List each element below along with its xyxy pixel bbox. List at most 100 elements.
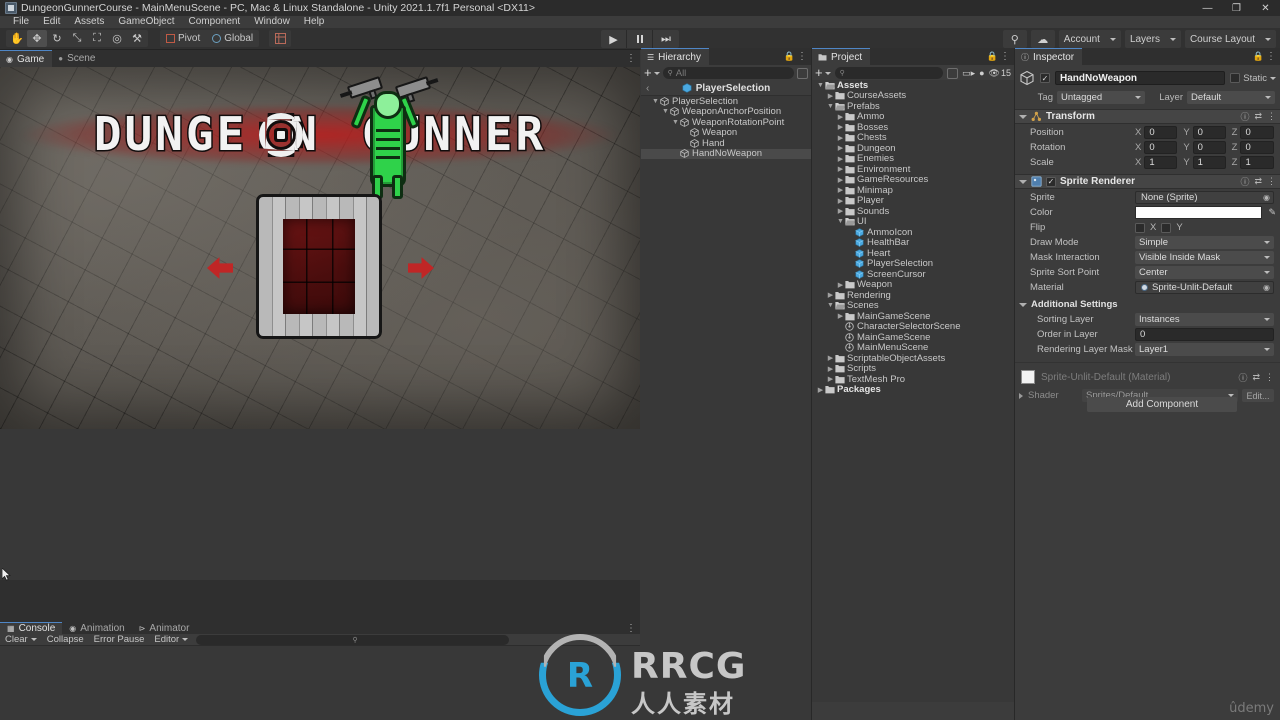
hidden-count-badge[interactable]: 👁 15 — [989, 68, 1011, 79]
project-item[interactable]: ▶ Rendering — [812, 290, 1014, 301]
collapse-triangle-icon[interactable]: ▶ — [836, 155, 845, 163]
preset-icon[interactable]: ⇄ — [1254, 176, 1262, 187]
hierarchy-item[interactable]: ▼ PlayerSelection — [641, 96, 811, 107]
hierarchy-item[interactable]: ▼ WeaponAnchorPosition — [641, 106, 811, 117]
step-button[interactable]: ⏭ — [653, 30, 679, 48]
help-icon[interactable]: ⓘ — [1238, 371, 1247, 384]
scale-z-value[interactable]: 1 — [1240, 156, 1274, 169]
position-x-field[interactable]: X 0 — [1135, 126, 1178, 139]
scale-x-field[interactable]: X 1 — [1135, 156, 1178, 169]
mask-interaction-dropdown[interactable]: Visible Inside Mask — [1135, 251, 1274, 264]
search-icon[interactable]: ⚲ — [1002, 30, 1027, 48]
project-item[interactable]: ▶ Packages — [812, 384, 1014, 395]
project-menu-icon[interactable]: ⋮ — [1000, 51, 1010, 62]
rotation-y-field[interactable]: Y 0 — [1183, 141, 1226, 154]
collapse-triangle-icon[interactable]: ▶ — [836, 281, 845, 289]
tab-scene[interactable]: ● Scene — [52, 50, 103, 67]
editor-dropdown[interactable]: Editor — [149, 634, 193, 646]
project-item[interactable]: ▶ Bosses — [812, 122, 1014, 133]
rotation-x-field[interactable]: X 0 — [1135, 141, 1178, 154]
package-filter-icon[interactable]: ▭▸ — [962, 68, 975, 79]
collapse-triangle-icon[interactable]: ▶ — [836, 312, 845, 320]
sprite-object-field[interactable]: None (Sprite) ◉ — [1135, 191, 1274, 204]
project-item[interactable]: ▶ Minimap — [812, 185, 1014, 196]
rendering-layer-mask-dropdown[interactable]: Layer1 — [1135, 343, 1274, 356]
scale-y-value[interactable]: 1 — [1192, 156, 1226, 169]
collapse-button[interactable]: Collapse — [42, 634, 89, 646]
project-item[interactable]: ▶ Ammo — [812, 111, 1014, 122]
additional-settings-header[interactable]: Additional Settings — [1015, 298, 1280, 311]
layer-dropdown[interactable]: Default — [1187, 90, 1275, 104]
pause-button[interactable] — [627, 30, 653, 48]
position-y-field[interactable]: Y 0 — [1183, 126, 1226, 139]
position-z-field[interactable]: Z 0 — [1232, 126, 1274, 139]
project-item[interactable]: ▶ Chests — [812, 132, 1014, 143]
menu-item-component[interactable]: Component — [182, 16, 248, 28]
preset-icon[interactable]: ⇄ — [1254, 111, 1262, 122]
project-item[interactable]: Heart — [812, 248, 1014, 259]
order-in-layer-value[interactable]: 0 — [1135, 328, 1274, 341]
hierarchy-item[interactable]: HandNoWeapon — [641, 148, 811, 159]
project-item[interactable]: ▼ Prefabs — [812, 101, 1014, 112]
hierarchy-item[interactable]: ▼ WeaponRotationPoint — [641, 117, 811, 128]
static-checkbox[interactable] — [1230, 73, 1241, 83]
expand-triangle-icon[interactable]: ▼ — [661, 108, 670, 115]
project-item[interactable]: ▶ MainGameScene — [812, 311, 1014, 322]
project-tree[interactable]: ▼ Assets ▶ CourseAssets ▼ Prefabs ▶ Ammo ▶ Bosses… — [812, 80, 1014, 702]
project-item[interactable]: ▶ TextMesh Pro — [812, 374, 1014, 385]
collapse-triangle-icon[interactable]: ▶ — [836, 186, 845, 194]
game-view-menu-icon[interactable]: ⋮ — [626, 53, 636, 64]
project-item[interactable]: ▼ UI — [812, 216, 1014, 227]
project-item[interactable]: ▶ Enemies — [812, 153, 1014, 164]
tab-animation[interactable]: ◉ Animation — [62, 622, 131, 634]
hierarchy-search-input[interactable]: ⚲ All — [662, 67, 794, 79]
project-item[interactable]: ▶ Sounds — [812, 206, 1014, 217]
project-item[interactable]: CharacterSelectorScene — [812, 321, 1014, 332]
lock-icon[interactable]: 🔒 — [784, 51, 795, 62]
project-item[interactable]: ▶ Scripts — [812, 363, 1014, 374]
collapse-triangle-icon[interactable]: ▶ — [826, 365, 835, 373]
collapse-triangle-icon[interactable]: ▶ — [826, 375, 835, 383]
menu-item-window[interactable]: Window — [247, 16, 297, 28]
sorting-layer-dropdown[interactable]: Instances — [1135, 313, 1274, 326]
layout-dropdown[interactable]: Course Layout — [1184, 30, 1276, 48]
rotation-z-field[interactable]: Z 0 — [1232, 141, 1274, 154]
project-item[interactable]: ▶ GameResources — [812, 174, 1014, 185]
collapse-triangle-icon[interactable]: ▶ — [836, 134, 845, 142]
project-view-options-icon[interactable] — [947, 67, 959, 79]
collapse-triangle-icon[interactable]: ▶ — [836, 197, 845, 205]
inspector-menu-icon[interactable]: ⋮ — [1266, 51, 1276, 62]
position-z-value[interactable]: 0 — [1240, 126, 1274, 139]
project-item[interactable]: ▶ ScriptableObjectAssets — [812, 353, 1014, 364]
project-item[interactable]: ▶ Environment — [812, 164, 1014, 175]
menu-item-file[interactable]: File — [6, 16, 36, 28]
collapse-triangle-icon[interactable]: ▶ — [836, 123, 845, 131]
material-block-header[interactable]: Sprite-Unlit-Default (Material) ⓘ ⇄ ⋮ — [1015, 367, 1280, 387]
tab-animator[interactable]: ⊳ Animator — [132, 622, 197, 634]
collapse-triangle-icon[interactable] — [1019, 302, 1027, 307]
expand-triangle-icon[interactable]: ▼ — [826, 103, 835, 110]
sprite-renderer-component-header[interactable]: ✓ Sprite Renderer ⓘ ⇄ ⋮ — [1015, 174, 1280, 189]
color-swatch-field[interactable] — [1135, 206, 1262, 219]
component-menu-icon[interactable]: ⋮ — [1267, 176, 1276, 187]
rotation-z-value[interactable]: 0 — [1240, 141, 1274, 154]
error-pause-button[interactable]: Error Pause — [89, 634, 150, 646]
console-search-input[interactable]: ⚲ — [196, 634, 509, 645]
scale-tool-icon[interactable]: ⤡ — [67, 30, 87, 47]
custom-tool-icon[interactable]: ⚒ — [127, 30, 147, 47]
preset-icon[interactable]: ⇄ — [1252, 372, 1260, 383]
component-menu-icon[interactable]: ⋮ — [1265, 372, 1274, 383]
account-dropdown[interactable]: Account — [1058, 30, 1121, 48]
collapse-triangle-icon[interactable]: ▶ — [816, 386, 825, 394]
play-button[interactable]: ▶ — [601, 30, 627, 48]
scale-y-field[interactable]: Y 1 — [1183, 156, 1226, 169]
tab-inspector[interactable]: ⓘ Inspector — [1015, 48, 1083, 65]
project-item[interactable]: ▶ Weapon — [812, 279, 1014, 290]
hierarchy-view-options-icon[interactable] — [797, 67, 808, 79]
collapse-triangle-icon[interactable]: ▶ — [836, 207, 845, 215]
menu-item-gameobject[interactable]: GameObject — [111, 16, 181, 28]
shader-edit-button[interactable]: Edit... — [1242, 389, 1274, 402]
rotate-tool-icon[interactable]: ↻ — [47, 30, 67, 47]
material-object-field[interactable]: Sprite-Unlit-Default ◉ — [1135, 281, 1274, 294]
expand-triangle-icon[interactable]: ▼ — [816, 82, 825, 89]
